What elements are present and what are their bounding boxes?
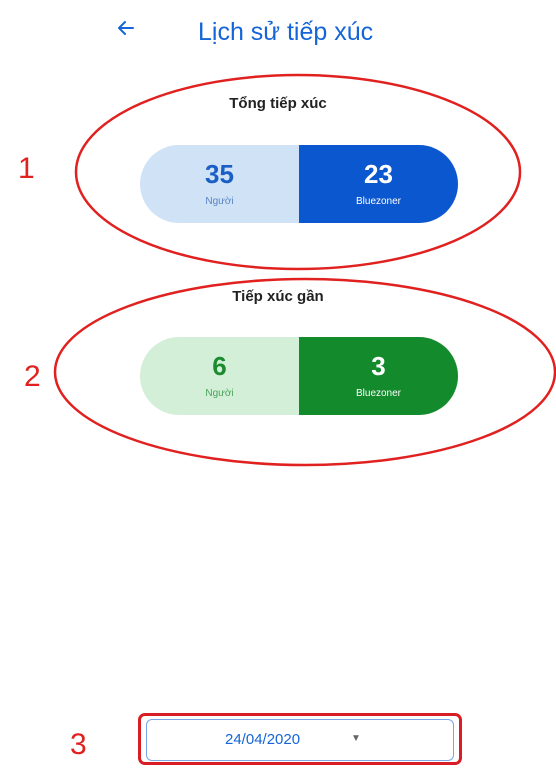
total-contact-label: Tổng tiếp xúc: [229, 95, 327, 112]
near-bluezoner-count: 3: [371, 351, 386, 381]
near-bluezoner-segment[interactable]: 3 Bluezoner: [299, 337, 458, 415]
annotation-number-2: 2: [24, 360, 41, 393]
near-contact-label: Tiếp xúc gần: [232, 288, 324, 305]
date-value: 24/04/2020: [225, 731, 301, 748]
total-people-count: 35: [205, 159, 234, 189]
near-contact-pill: 6 Người 3 Bluezoner: [140, 337, 458, 415]
total-people-segment[interactable]: 35 Người: [140, 145, 299, 223]
near-bluezoner-label: Bluezoner: [355, 388, 402, 399]
total-bluezoner-count: 23: [364, 159, 393, 189]
near-people-count: 6: [212, 351, 227, 381]
total-contact-pill: 35 Người 23 Bluezoner: [140, 145, 458, 223]
total-bluezoner-label: Bluezoner: [355, 196, 402, 207]
near-people-segment[interactable]: 6 Người: [140, 337, 299, 415]
total-bluezoner-segment[interactable]: 23 Bluezoner: [299, 145, 458, 223]
total-people-label: Người: [205, 196, 234, 207]
near-people-label: Người: [205, 388, 234, 399]
annotation-number-1: 1: [18, 152, 35, 185]
annotation-number-3: 3: [70, 728, 87, 761]
caret-down-icon: ▼: [351, 733, 361, 744]
date-select[interactable]: 24/04/2020 ▼: [146, 719, 454, 761]
